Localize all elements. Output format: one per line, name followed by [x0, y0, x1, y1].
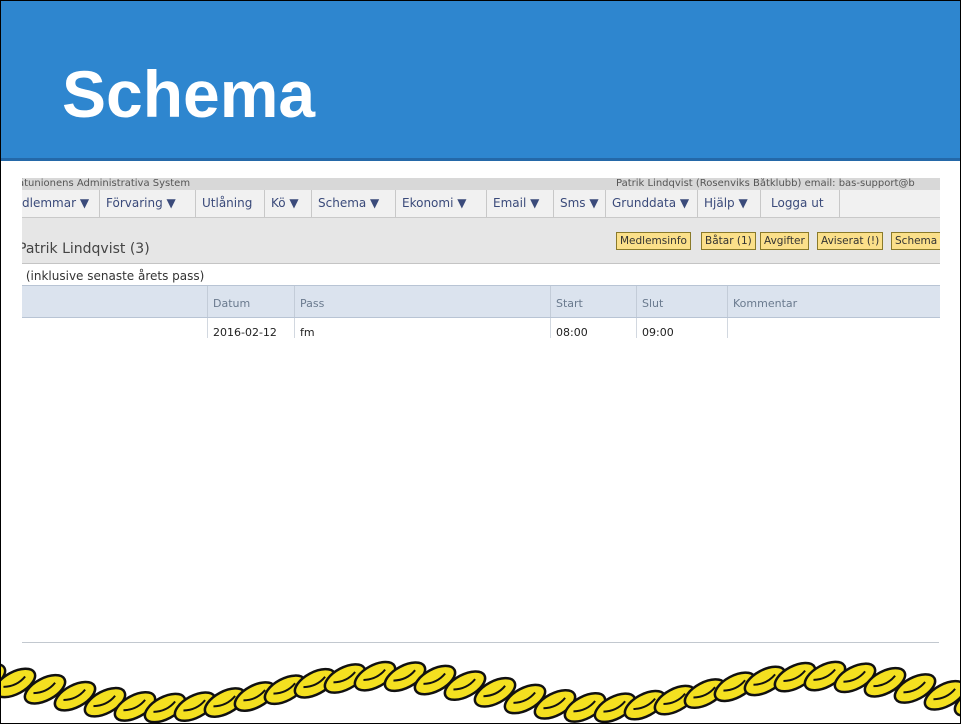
row-separator: [727, 318, 728, 338]
section-title: : (inklusive senaste årets pass): [22, 269, 205, 283]
column-separator: [294, 286, 295, 317]
row-separator: [207, 318, 208, 338]
column-separator: [636, 286, 637, 317]
rope-border-decoration: [0, 660, 961, 724]
menu-email[interactable]: Email ▼: [487, 190, 554, 217]
cell-slut: 09:00: [642, 326, 674, 339]
medlemsinfo-button[interactable]: Medlemsinfo: [616, 232, 691, 250]
column-slut[interactable]: Slut: [642, 297, 663, 310]
schema-button[interactable]: Schema: [891, 232, 940, 250]
member-header: Patrik Lindqvist (3) Medlemsinfo Båtar (…: [22, 218, 940, 264]
table-header: Datum Pass Start Slut Kommentar: [22, 285, 940, 318]
app-screenshot: åtunionens Administrativa System Patrik …: [22, 178, 940, 643]
menu-grunddata[interactable]: Grunddata ▼: [606, 190, 698, 217]
system-name: åtunionens Administrativa System: [22, 178, 191, 189]
user-info: Patrik Lindqvist (Rosenviks Båtklubb) em…: [616, 178, 915, 189]
row-separator: [636, 318, 637, 338]
column-separator: [727, 286, 728, 317]
menu-sms[interactable]: Sms ▼: [554, 190, 606, 217]
column-pass[interactable]: Pass: [300, 297, 324, 310]
menu-hjalp[interactable]: Hjälp ▼: [698, 190, 761, 217]
system-bar: åtunionens Administrativa System Patrik …: [22, 178, 940, 190]
slide-title-banner: Schema: [0, 0, 961, 161]
menu-medlemmar[interactable]: dlemmar ▼: [22, 190, 100, 217]
row-separator: [294, 318, 295, 338]
avgifter-button[interactable]: Avgifter: [760, 232, 809, 250]
menu-logga-ut[interactable]: Logga ut: [761, 190, 840, 217]
main-menu: dlemmar ▼ Förvaring ▼ Utlåning Kö ▼ Sche…: [22, 190, 940, 218]
cell-start: 08:00: [556, 326, 588, 339]
column-kommentar[interactable]: Kommentar: [733, 297, 797, 310]
column-separator: [550, 286, 551, 317]
column-separator: [207, 286, 208, 317]
batar-button[interactable]: Båtar (1): [701, 232, 756, 250]
aviserat-button[interactable]: Aviserat (!): [817, 232, 884, 250]
menu-utlaning[interactable]: Utlåning: [196, 190, 265, 217]
slide-title: Schema: [62, 57, 316, 131]
cell-pass: fm: [300, 326, 315, 339]
column-start[interactable]: Start: [556, 297, 583, 310]
member-name: Patrik Lindqvist (3): [22, 241, 150, 257]
divider-line: [22, 642, 939, 643]
menu-ekonomi[interactable]: Ekonomi ▼: [396, 190, 487, 217]
row-separator: [550, 318, 551, 338]
menu-ko[interactable]: Kö ▼: [265, 190, 312, 217]
column-datum[interactable]: Datum: [213, 297, 250, 310]
cell-datum: 2016-02-12: [213, 326, 277, 339]
menu-forvaring[interactable]: Förvaring ▼: [100, 190, 196, 217]
menu-schema[interactable]: Schema ▼: [312, 190, 396, 217]
